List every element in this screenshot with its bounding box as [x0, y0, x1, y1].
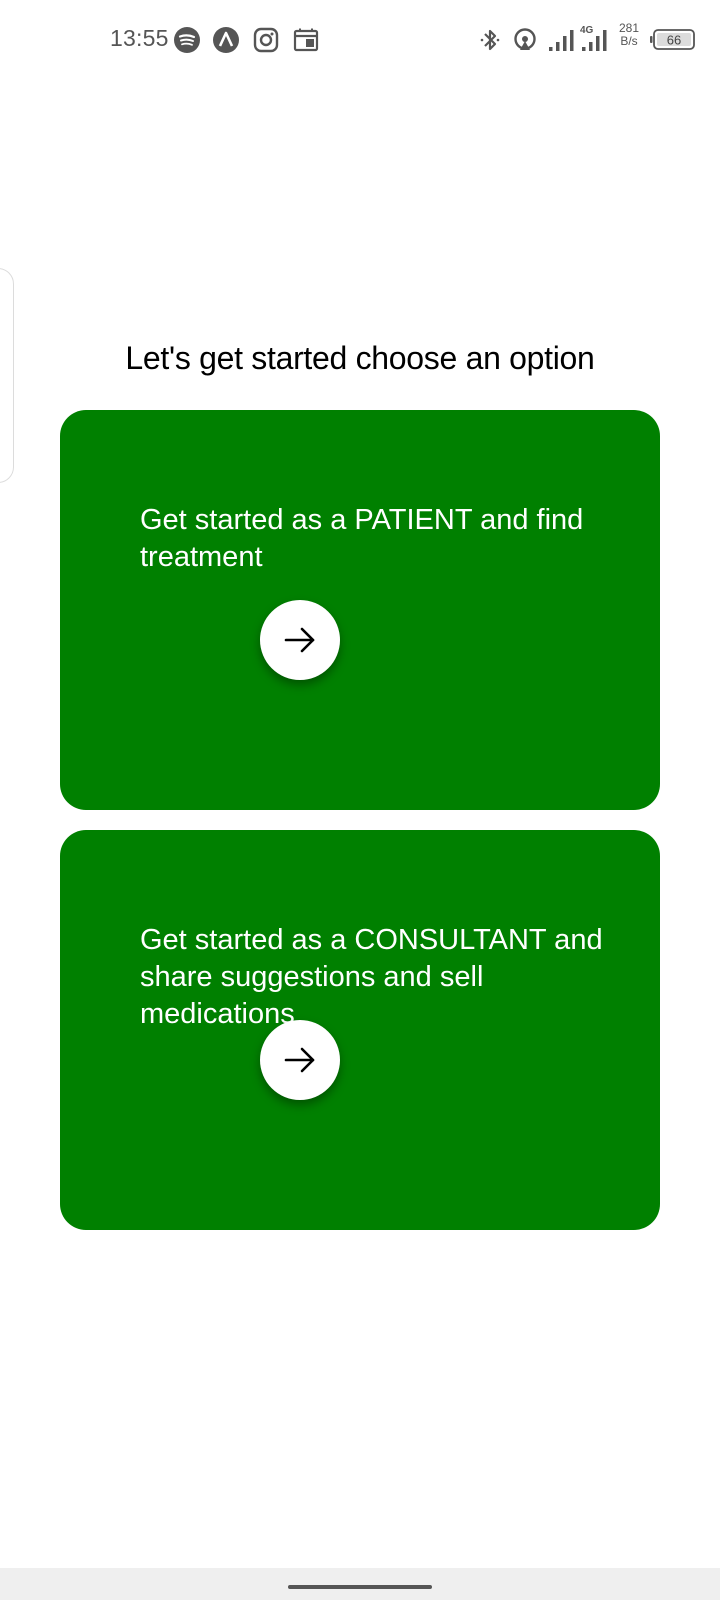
- network-speed-unit: B/s: [620, 34, 638, 48]
- arc-app-icon: [213, 27, 239, 53]
- patient-option-text: Get started as a PATIENT and find treatm…: [140, 504, 584, 573]
- bluetooth-icon: [480, 29, 500, 51]
- status-time: 13:55: [110, 25, 169, 51]
- page-title: Let's get started choose an option: [125, 340, 595, 376]
- network-type: 4G: [580, 25, 594, 36]
- calendar-app-icon: [293, 28, 319, 52]
- hotspot-icon: [514, 28, 536, 50]
- patient-option-card[interactable]: Get started as a PATIENT and find treatm…: [60, 410, 660, 810]
- battery-level: 66: [667, 33, 681, 48]
- consultant-continue-button[interactable]: [260, 1020, 340, 1100]
- status-bar: 13:55 4G 281 B/s 66: [0, 0, 720, 80]
- instagram-icon: [253, 27, 279, 53]
- home-indicator[interactable]: [288, 1585, 432, 1589]
- network-speed: 281 B/s: [614, 22, 644, 48]
- navigation-bar: [0, 1568, 720, 1600]
- spotify-icon: [174, 27, 200, 53]
- battery-icon: 66: [650, 29, 695, 50]
- patient-continue-button[interactable]: [260, 600, 340, 680]
- signal-4g-icon: 4G: [580, 25, 607, 51]
- consultant-option-text: Get started as a CONSULTANT and share su…: [140, 924, 603, 1030]
- signal-icon: [549, 30, 574, 51]
- arrow-right-icon: [284, 627, 315, 653]
- arrow-right-icon: [284, 1047, 315, 1073]
- consultant-option-card[interactable]: Get started as a CONSULTANT and share su…: [60, 830, 660, 1230]
